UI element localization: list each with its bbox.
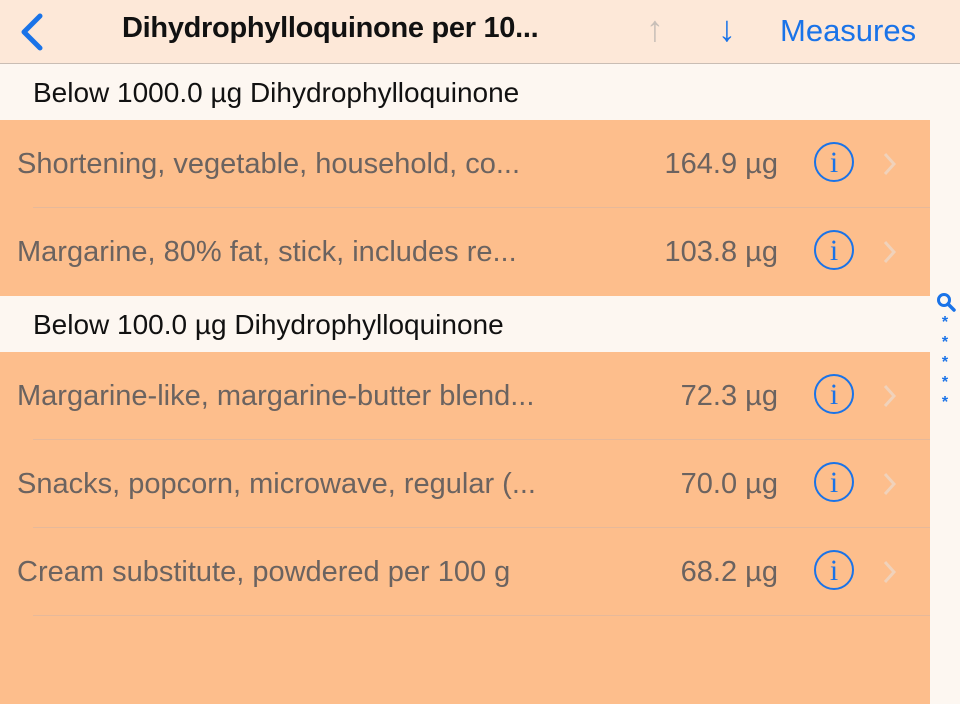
food-list: Below 1000.0 µg Dihydrophylloquinone Sho… [0, 64, 930, 704]
food-name: Shortening, vegetable, household, co... [17, 148, 521, 180]
chevron-right-icon [883, 240, 896, 264]
list-item[interactable]: Snacks, popcorn, microwave, regular (...… [0, 440, 930, 528]
section-header: Below 100.0 µg Dihydrophylloquinone [0, 296, 930, 352]
chevron-right-icon [883, 152, 896, 176]
page-title: Dihydrophylloquinone per 10... [122, 12, 539, 44]
chevron-right-icon [883, 472, 896, 496]
food-value: 70.0 µg [680, 468, 778, 500]
list-item[interactable] [0, 616, 930, 704]
index-item[interactable]: * [938, 314, 952, 332]
navigation-bar: Dihydrophylloquinone per 10... ↑ ↓ Measu… [0, 0, 960, 64]
info-icon[interactable]: i [814, 462, 854, 502]
sort-ascending-button[interactable]: ↑ [646, 8, 664, 50]
info-icon[interactable]: i [814, 550, 854, 590]
sort-descending-button[interactable]: ↓ [718, 8, 736, 50]
index-item[interactable]: * [938, 334, 952, 352]
section-index-bar[interactable]: * * * * * [930, 64, 960, 640]
food-value: 103.8 µg [664, 236, 778, 268]
food-value: 72.3 µg [680, 380, 778, 412]
food-value: 68.2 µg [680, 556, 778, 588]
food-name: Margarine-like, margarine-butter blend..… [17, 380, 535, 412]
magnifier-icon[interactable] [936, 292, 956, 312]
index-item[interactable]: * [938, 394, 952, 412]
food-name: Margarine, 80% fat, stick, includes re..… [17, 236, 517, 268]
section-header: Below 1000.0 µg Dihydrophylloquinone [0, 64, 930, 120]
chevron-left-icon [21, 13, 43, 51]
food-name: Cream substitute, powdered per 100 g [17, 556, 511, 588]
list-item[interactable]: Margarine, 80% fat, stick, includes re..… [0, 208, 930, 296]
list-item[interactable]: Cream substitute, powdered per 100 g 68.… [0, 528, 930, 616]
info-icon[interactable]: i [814, 230, 854, 270]
info-icon[interactable]: i [814, 374, 854, 414]
list-item[interactable]: Shortening, vegetable, household, co... … [0, 120, 930, 208]
chevron-right-icon [883, 384, 896, 408]
food-value: 164.9 µg [664, 148, 778, 180]
list-item[interactable]: Margarine-like, margarine-butter blend..… [0, 352, 930, 440]
chevron-right-icon [883, 560, 896, 584]
measures-button[interactable]: Measures [780, 13, 916, 49]
index-item[interactable]: * [938, 374, 952, 392]
back-button[interactable] [14, 10, 50, 54]
index-item[interactable]: * [938, 354, 952, 372]
info-icon[interactable]: i [814, 142, 854, 182]
food-name: Snacks, popcorn, microwave, regular (... [17, 468, 536, 500]
